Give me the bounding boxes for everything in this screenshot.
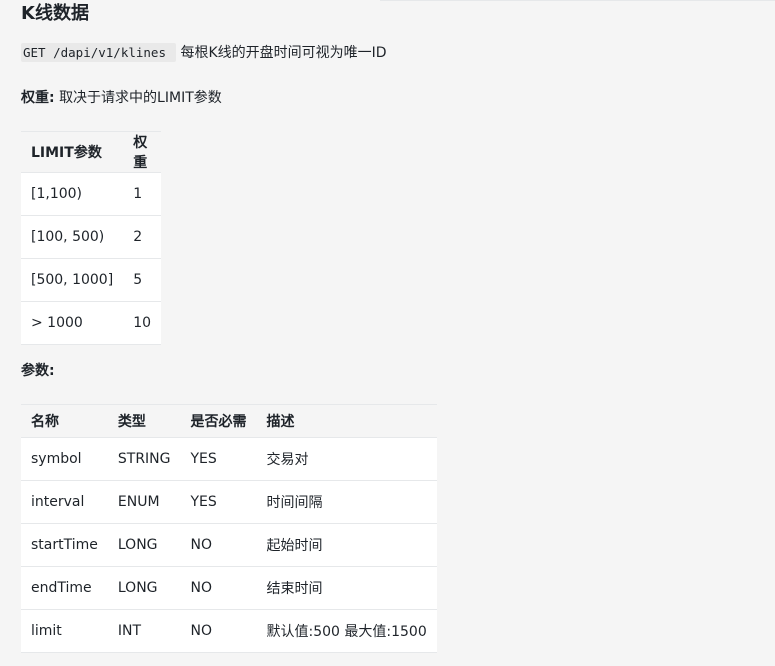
divider: [380, 0, 775, 1]
column-header: 类型: [107, 404, 181, 438]
table-cell: [500, 1000]: [21, 258, 124, 302]
params-table: 名称 类型 是否必需 描述 symbol STRING YES 交易对 inte…: [21, 404, 437, 653]
table-cell: YES: [180, 437, 257, 481]
table-cell: 默认值:500 最大值:1500: [256, 609, 437, 653]
column-header: 权重: [123, 131, 162, 173]
table-cell: NO: [180, 523, 257, 567]
table-cell: symbol: [21, 437, 108, 481]
table-cell: YES: [180, 480, 257, 524]
table-row: [1,100) 1: [21, 172, 162, 216]
table-row: > 1000 10: [21, 301, 162, 345]
page-title: K线数据: [21, 3, 89, 24]
table-cell: endTime: [21, 566, 108, 610]
table-row: [500, 1000] 5: [21, 258, 162, 302]
table-cell: NO: [180, 566, 257, 610]
limit-weight-table: LIMIT参数 权重 [1,100) 1 [100, 500) 2 [500, …: [21, 131, 162, 345]
table-cell: startTime: [21, 523, 108, 567]
table-cell: 2: [123, 215, 162, 259]
weight-text: 取决于请求中的LIMIT参数: [59, 90, 222, 106]
table-header-row: LIMIT参数 权重: [21, 131, 162, 173]
endpoint-line: GET /dapi/v1/klines 每根K线的开盘时间可视为唯一ID: [21, 42, 387, 64]
table-cell: limit: [21, 609, 108, 653]
table-cell: 交易对: [256, 437, 437, 481]
column-header: 描述: [256, 404, 437, 438]
endpoint-code: GET /dapi/v1/klines: [21, 43, 176, 62]
table-row: symbol STRING YES 交易对: [21, 437, 437, 481]
table-cell: > 1000: [21, 301, 124, 345]
weight-line: 权重: 取决于请求中的LIMIT参数: [21, 87, 222, 109]
table-cell: interval: [21, 480, 108, 524]
table-cell: LONG: [107, 523, 181, 567]
table-cell: 结束时间: [256, 566, 437, 610]
table-row: interval ENUM YES 时间间隔: [21, 480, 437, 524]
table-cell: NO: [180, 609, 257, 653]
column-header: LIMIT参数: [21, 131, 124, 173]
column-header: 名称: [21, 404, 108, 438]
table-cell: 时间间隔: [256, 480, 437, 524]
params-heading: 参数:: [21, 363, 55, 379]
table-row: startTime LONG NO 起始时间: [21, 523, 437, 567]
doc-page: K线数据 GET /dapi/v1/klines 每根K线的开盘时间可视为唯一I…: [0, 0, 775, 666]
table-row: [100, 500) 2: [21, 215, 162, 259]
table-cell: 5: [123, 258, 162, 302]
table-row: endTime LONG NO 结束时间: [21, 566, 437, 610]
table-cell: [1,100): [21, 172, 124, 216]
column-header: 是否必需: [180, 404, 257, 438]
table-cell: STRING: [107, 437, 181, 481]
table-header-row: 名称 类型 是否必需 描述: [21, 404, 437, 438]
table-cell: ENUM: [107, 480, 181, 524]
table-cell: 起始时间: [256, 523, 437, 567]
table-cell: [100, 500): [21, 215, 124, 259]
table-cell: LONG: [107, 566, 181, 610]
table-cell: INT: [107, 609, 181, 653]
table-cell: 1: [123, 172, 162, 216]
table-row: limit INT NO 默认值:500 最大值:1500: [21, 609, 437, 653]
weight-label: 权重:: [21, 90, 55, 106]
endpoint-description: 每根K线的开盘时间可视为唯一ID: [180, 45, 387, 61]
table-cell: 10: [123, 301, 162, 345]
